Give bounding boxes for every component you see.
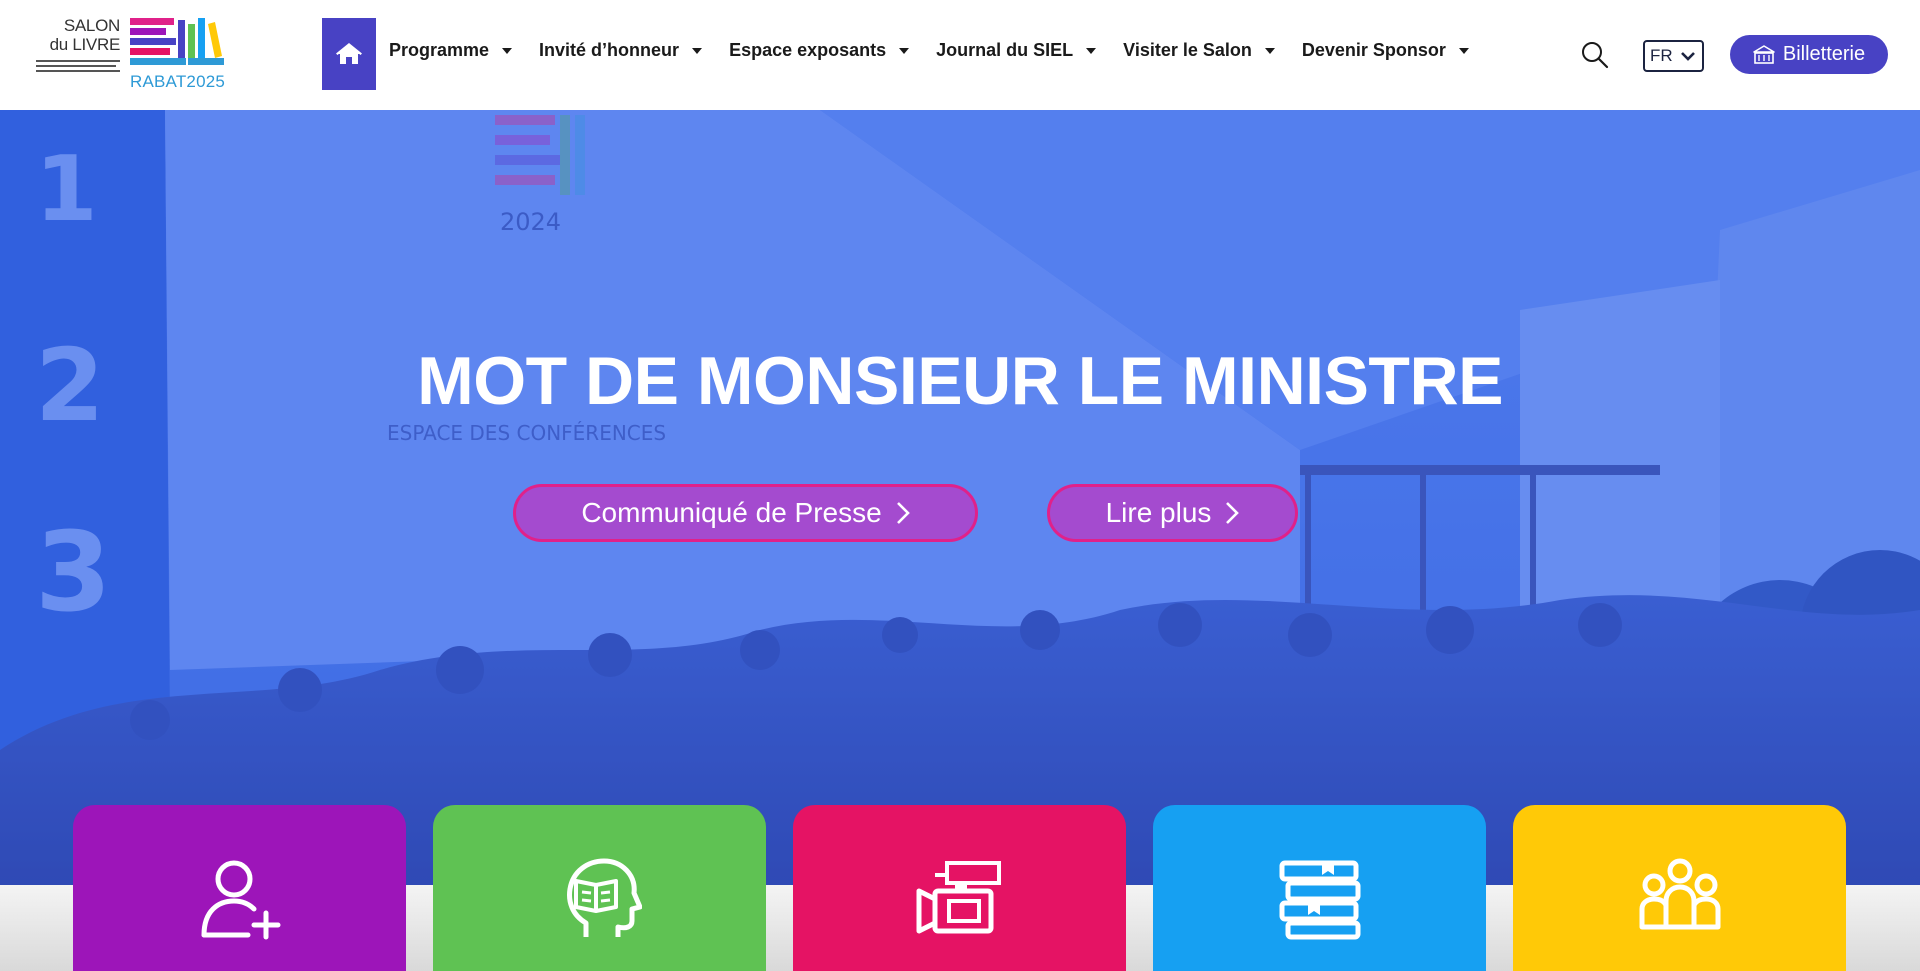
- siel-logo[interactable]: SALON du LIVRE RABAT2025: [36, 16, 232, 94]
- chevron-right-icon: [1226, 502, 1240, 524]
- home-icon: [336, 43, 362, 64]
- feature-card-community[interactable]: [1513, 805, 1846, 971]
- feature-card-reading[interactable]: [433, 805, 766, 971]
- home-button[interactable]: [322, 18, 376, 90]
- feature-card-register[interactable]: [73, 805, 406, 971]
- billetterie-label: Billetterie: [1782, 43, 1866, 65]
- logo-line2: du LIVRE: [49, 35, 121, 54]
- nav-label: Visiter le Salon: [1123, 40, 1252, 60]
- hero-title: MOT DE MONSIEUR LE MINISTRE: [417, 343, 1503, 419]
- books-stack-icon: [1279, 860, 1360, 940]
- caret-down-icon: [1086, 47, 1097, 54]
- nav-item-journal-siel[interactable]: Journal du SIEL: [936, 40, 1097, 61]
- main-nav: Programme Invité d’honneur Espace exposa…: [389, 40, 1496, 61]
- logo-arabic-text: [36, 57, 120, 75]
- logo-line1: SALON: [63, 16, 120, 35]
- caret-down-icon: [502, 47, 513, 54]
- ticket-building-icon: [1753, 44, 1775, 64]
- logo-year: RABAT2025: [130, 72, 226, 91]
- nav-label: Invité d’honneur: [539, 40, 680, 60]
- communique-presse-button[interactable]: Communiqué de Presse: [513, 484, 978, 542]
- nav-item-espace-exposants[interactable]: Espace exposants: [729, 40, 910, 61]
- video-camera-icon: [916, 861, 1001, 934]
- search-icon: [1582, 42, 1609, 69]
- lire-plus-label: Lire plus: [1105, 497, 1212, 528]
- feature-card-video[interactable]: [793, 805, 1126, 971]
- hero-banner: 1 2 3 2024 ESPACE DES CONFÉRENCES MOT DE…: [0, 110, 1920, 885]
- reading-head-icon: [566, 858, 642, 937]
- nav-label: Devenir Sponsor: [1301, 40, 1446, 60]
- chevron-right-icon: [896, 502, 910, 524]
- feature-card-books[interactable]: [1153, 805, 1486, 971]
- siel-books-logo-icon: [130, 18, 224, 65]
- nav-item-visiter-salon[interactable]: Visiter le Salon: [1123, 40, 1275, 61]
- add-user-icon: [201, 860, 280, 940]
- lire-plus-button[interactable]: Lire plus: [1047, 484, 1298, 542]
- nav-item-invite-honneur[interactable]: Invité d’honneur: [539, 40, 703, 61]
- nav-item-programme[interactable]: Programme: [389, 40, 513, 61]
- nav-label: Programme: [389, 40, 490, 60]
- caret-down-icon: [1264, 47, 1275, 54]
- caret-down-icon: [692, 47, 703, 54]
- search-button[interactable]: [1580, 40, 1610, 70]
- site-header: SALON du LIVRE RABAT2025 Programme Invit…: [0, 0, 1920, 110]
- language-value: FR: [1650, 46, 1673, 65]
- caret-down-icon: [899, 47, 910, 54]
- chevron-down-icon: [1681, 52, 1695, 61]
- communique-presse-label: Communiqué de Presse: [581, 497, 882, 528]
- nav-label: Espace exposants: [729, 40, 887, 60]
- language-select[interactable]: FR: [1643, 40, 1704, 72]
- group-icon: [1639, 858, 1720, 930]
- caret-down-icon: [1458, 47, 1469, 54]
- billetterie-button[interactable]: Billetterie: [1730, 35, 1888, 74]
- nav-item-devenir-sponsor[interactable]: Devenir Sponsor: [1302, 40, 1469, 61]
- nav-label: Journal du SIEL: [936, 40, 1074, 60]
- logo-wordmark: SALON du LIVRE: [36, 16, 121, 54]
